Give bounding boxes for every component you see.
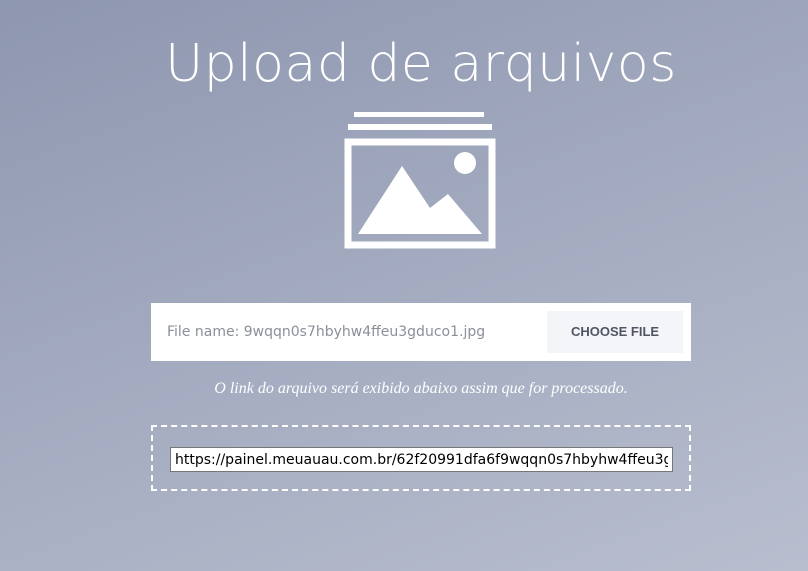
- link-output-box: [151, 425, 691, 491]
- file-upload-field[interactable]: File name: 9wqqn0s7hbyhw4ffeu3gduco1.jpg…: [151, 303, 691, 361]
- file-name-label: File name: 9wqqn0s7hbyhw4ffeu3gduco1.jpg: [167, 324, 486, 340]
- processing-hint: O link do arquivo será exibido abaixo as…: [214, 380, 628, 397]
- image-stack-icon: [344, 112, 496, 249]
- choose-file-button[interactable]: CHOOSE FILE: [547, 311, 683, 353]
- page-title: Upload de arquivos: [165, 34, 677, 94]
- file-link-input[interactable]: [170, 447, 673, 472]
